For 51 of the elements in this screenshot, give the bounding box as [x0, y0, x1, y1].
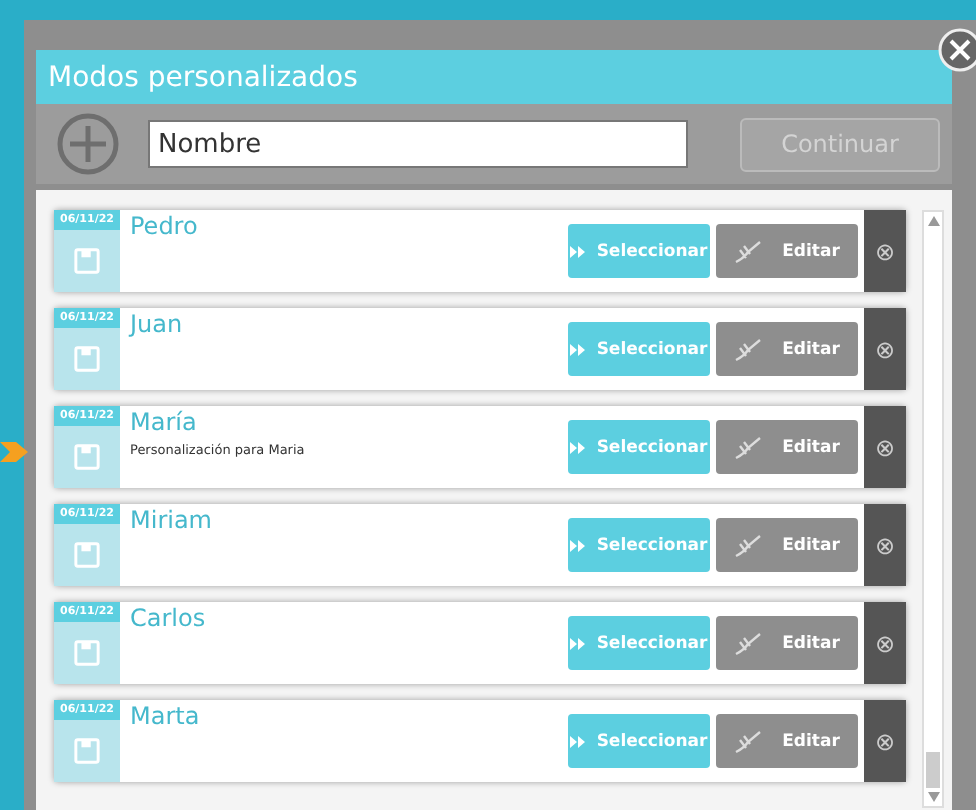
fast-forward-icon [570, 637, 587, 649]
add-icon[interactable] [56, 112, 120, 176]
item-name: Marta [130, 702, 202, 730]
delete-button[interactable]: ⊗ [864, 210, 906, 292]
brush-icon [734, 337, 763, 361]
fast-forward-icon [570, 539, 587, 551]
item-name: María [130, 408, 199, 436]
fast-forward-icon [570, 245, 587, 257]
edit-button[interactable]: Editar [716, 224, 858, 278]
scroll-down-icon[interactable] [927, 792, 939, 802]
select-button[interactable]: Seleccionar [568, 420, 710, 474]
name-field[interactable]: Nombre [148, 120, 688, 168]
save-icon [74, 640, 100, 666]
save-icon [74, 542, 100, 568]
edit-button[interactable]: Editar [716, 616, 858, 670]
select-button[interactable]: Seleccionar [568, 322, 710, 376]
save-icon [74, 738, 100, 764]
select-button[interactable]: Seleccionar [568, 714, 710, 768]
item-name: Miriam [130, 506, 214, 534]
delete-button[interactable]: ⊗ [864, 602, 906, 684]
brush-icon [734, 631, 763, 655]
select-button[interactable]: Seleccionar [568, 518, 710, 572]
item-name: Pedro [130, 212, 200, 240]
save-icon [74, 444, 100, 470]
save-icon [74, 346, 100, 372]
fast-forward-icon [570, 735, 587, 747]
scroll-thumb[interactable] [926, 752, 940, 788]
scroll-up-icon[interactable] [927, 216, 939, 226]
fast-forward-icon [570, 441, 587, 453]
close-icon[interactable] [938, 28, 976, 72]
scrollbar[interactable] [922, 210, 944, 808]
delete-button[interactable]: ⊗ [864, 406, 906, 488]
delete-button[interactable]: ⊗ [864, 308, 906, 390]
edit-button[interactable]: Editar [716, 714, 858, 768]
item-name: Carlos [130, 604, 208, 632]
edit-button[interactable]: Editar [716, 518, 858, 572]
edit-button[interactable]: Editar [716, 420, 858, 474]
arrow-icon [0, 436, 28, 468]
select-button[interactable]: Seleccionar [568, 224, 710, 278]
item-name: Juan [130, 310, 185, 338]
delete-button[interactable]: ⊗ [864, 504, 906, 586]
delete-button[interactable]: ⊗ [864, 700, 906, 782]
edit-button[interactable]: Editar [716, 322, 858, 376]
brush-icon [734, 729, 763, 753]
fast-forward-icon [570, 343, 587, 355]
save-icon [74, 248, 100, 274]
dialog-title: Modos personalizados [48, 61, 358, 93]
brush-icon [734, 239, 763, 263]
brush-icon [734, 533, 763, 557]
select-button[interactable]: Seleccionar [568, 616, 710, 670]
brush-icon [734, 435, 763, 459]
